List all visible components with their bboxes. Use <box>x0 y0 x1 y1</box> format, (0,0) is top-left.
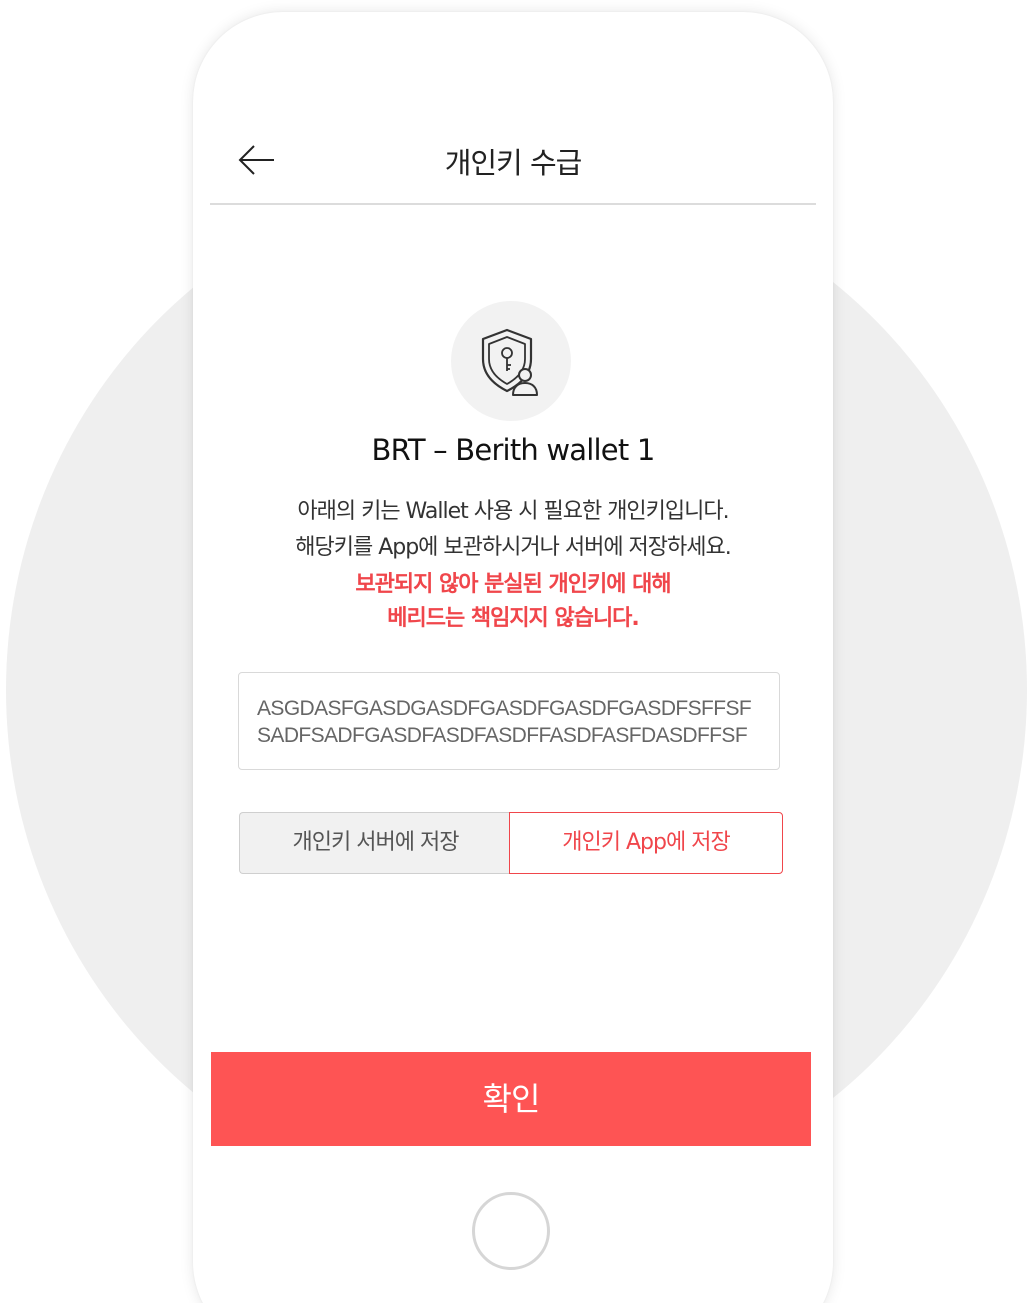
warning-line-1: 보관되지 않아 분실된 개인키에 대해 <box>355 572 671 597</box>
save-option-group: 개인키 서버에 저장 개인키 App에 저장 <box>239 812 783 874</box>
home-button[interactable] <box>472 1192 550 1270</box>
page-title: 개인키 수급 <box>444 146 583 180</box>
private-key-line-1: ASGDASFGASDGASDFGASDFGASDFGASDFSFFSF <box>257 697 752 720</box>
stage: 개인키 수급 BRT – Berith wallet 1 아래의 키는 Wall… <box>0 0 1027 1303</box>
app-screen: 개인키 수급 BRT – Berith wallet 1 아래의 키는 Wall… <box>210 110 816 1170</box>
description-text: 아래의 키는 Wallet 사용 시 필요한 개인키입니다. 해당키를 App에… <box>210 494 816 566</box>
description-line-2: 해당키를 App에 보관하시거나 서버에 저장하세요. <box>295 535 732 560</box>
save-to-server-button[interactable]: 개인키 서버에 저장 <box>239 812 511 874</box>
save-to-app-button[interactable]: 개인키 App에 저장 <box>509 812 783 874</box>
wallet-name: BRT – Berith wallet 1 <box>371 433 656 467</box>
description-line-1: 아래의 키는 Wallet 사용 시 필요한 개인키입니다. <box>297 499 729 524</box>
warning-text: 보관되지 않아 분실된 개인키에 대해 베리드는 책임지지 않습니다. <box>210 568 816 636</box>
header-bar: 개인키 수급 <box>210 110 816 205</box>
private-key-line-2: SADFSADFGASDFASDFASDFFASDFASFDASDFFSF <box>257 724 748 747</box>
shield-key-user-icon <box>481 328 538 396</box>
wallet-icon-badge <box>451 301 571 421</box>
warning-line-2: 베리드는 책임지지 않습니다. <box>387 606 640 631</box>
private-key-box[interactable]: ASGDASFGASDGASDFGASDFGASDFGASDFSFFSF SAD… <box>238 672 780 770</box>
confirm-button[interactable]: 확인 <box>211 1052 811 1146</box>
